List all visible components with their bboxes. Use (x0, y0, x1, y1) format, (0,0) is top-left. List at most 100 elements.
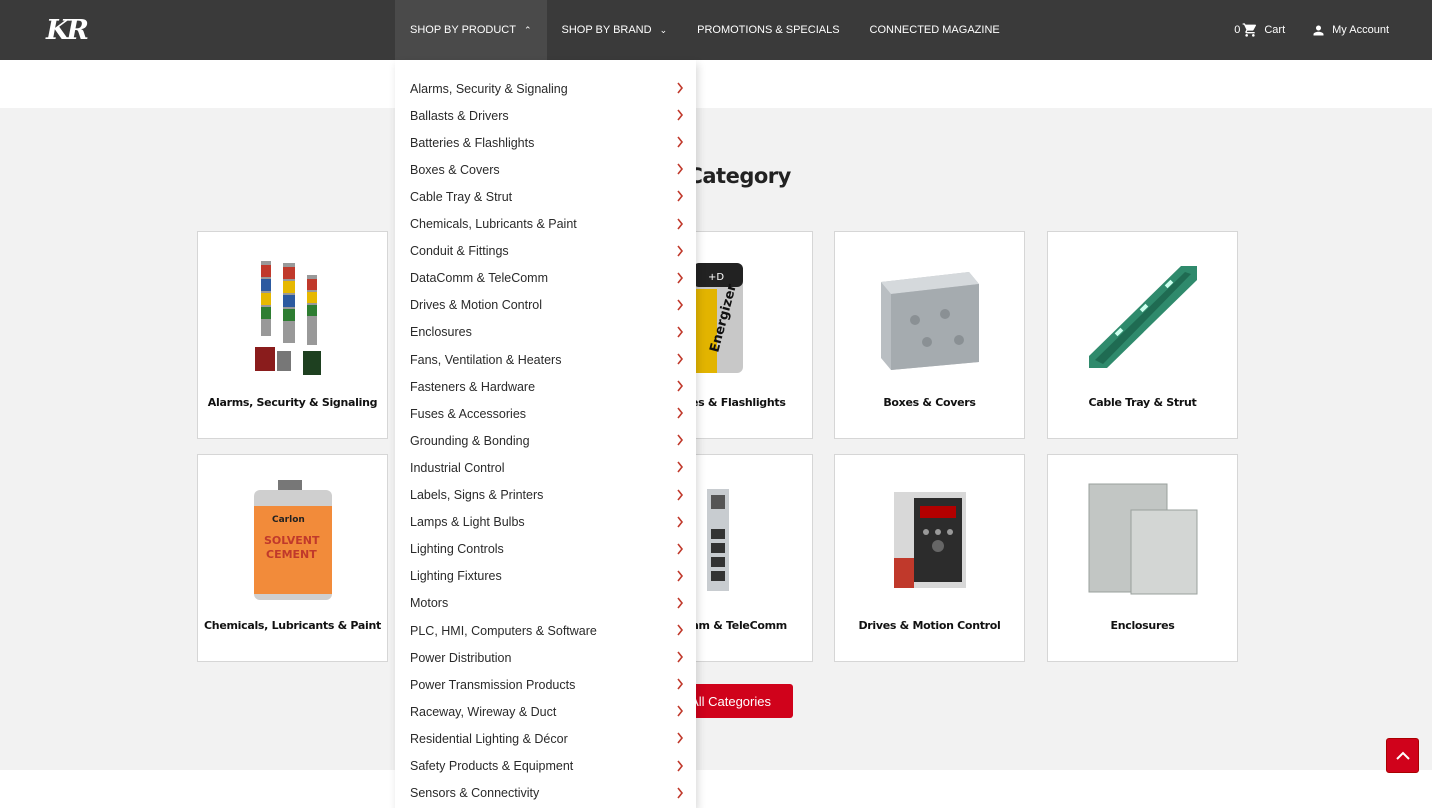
svg-text:CEMENT: CEMENT (266, 548, 317, 561)
dropdown-item[interactable]: Conduit & Fittings (395, 238, 696, 265)
back-to-top-button[interactable] (1386, 738, 1419, 773)
dropdown-item-label: Drives & Motion Control (410, 298, 542, 313)
dropdown-item-label: Fans, Ventilation & Heaters (410, 352, 562, 367)
dropdown-item[interactable]: DataComm & TeleComm (395, 265, 696, 292)
dropdown-item[interactable]: Raceway, Wireway & Duct (395, 698, 696, 725)
chevron-up-icon: ⌃ (523, 24, 532, 35)
dropdown-item[interactable]: Industrial Control (395, 454, 696, 481)
dropdown-item-label: Labels, Signs & Printers (410, 488, 544, 502)
dropdown-item[interactable]: Sensors & Connectivity (395, 780, 696, 807)
dropdown-item-label: Residential Lighting & Décor (410, 731, 568, 746)
signal-tower-image (198, 252, 387, 382)
account-link[interactable]: My Account (1309, 23, 1389, 38)
shop-by-product-dropdown: Alarms, Security & Signaling Ballasts & D… (395, 60, 696, 808)
dropdown-item[interactable]: Lighting Fixtures (395, 563, 696, 590)
enclosure-image (1048, 475, 1237, 605)
chevron-right-icon (677, 218, 684, 229)
user-icon (1313, 25, 1324, 35)
nav-label: PROMOTIONS & SPECIALS (697, 24, 840, 36)
dropdown-item[interactable]: PLC, HMI, Computers & Software (395, 617, 696, 644)
svg-text:Carlon: Carlon (272, 515, 305, 525)
chevron-right-icon (677, 163, 684, 175)
dropdown-item-label: Motors (410, 596, 449, 611)
dropdown-item-label: Power Distribution (410, 650, 512, 665)
card-label: Boxes & Covers (883, 396, 976, 409)
dropdown-item-label: Lighting Controls (410, 542, 504, 557)
nav-connected-magazine[interactable]: CONNECTED MAGAZINE (855, 0, 1015, 60)
nav-label: CONNECTED MAGAZINE (869, 24, 1000, 36)
dropdown-item[interactable]: Cable Tray & Strut (395, 183, 696, 210)
chevron-right-icon (677, 678, 684, 690)
dropdown-item[interactable]: Ballasts & Drivers (395, 102, 696, 129)
dropdown-item-label: Cable Tray & Strut (410, 189, 513, 204)
nav-label: SHOP BY PRODUCT (410, 24, 516, 36)
chevron-right-icon (677, 136, 684, 148)
dropdown-item[interactable]: Alarms, Security & Signaling (395, 75, 696, 102)
main-nav: SHOP BY PRODUCT ⌃ SHOP BY BRAND ⌄ PROMOT… (395, 0, 1015, 60)
category-card-cable-tray[interactable]: Cable Tray & Strut (1047, 231, 1238, 439)
dropdown-item[interactable]: Labels, Signs & Printers (395, 482, 696, 509)
card-label: Enclosures (1110, 619, 1175, 632)
svg-text:+D: +D (708, 272, 724, 283)
chevron-right-icon (677, 380, 684, 392)
dropdown-item-label: PLC, HMI, Computers & Software (410, 623, 597, 638)
chevron-right-icon (677, 353, 684, 365)
chevron-right-icon (677, 705, 684, 717)
cart-icon (1243, 23, 1257, 37)
dropdown-item-label: Enclosures (410, 325, 472, 340)
dropdown-item-label: Conduit & Fittings (410, 244, 509, 259)
category-card-boxes[interactable]: Boxes & Covers (834, 231, 1025, 439)
dropdown-item[interactable]: Enclosures (395, 319, 696, 346)
dropdown-item-label: Ballasts & Drivers (410, 108, 509, 123)
dropdown-item[interactable]: Motors (395, 590, 696, 617)
chevron-right-icon (677, 651, 684, 663)
dropdown-item[interactable]: Fasteners & Hardware (395, 373, 696, 400)
chevron-right-icon (677, 570, 684, 582)
nav-shop-by-brand[interactable]: SHOP BY BRAND ⌄ (547, 0, 683, 60)
dropdown-item-label: Fuses & Accessories (410, 406, 527, 421)
dropdown-item-label: Lamps & Light Bulbs (410, 515, 525, 530)
strut-channel-image (1048, 252, 1237, 382)
category-card-chemicals[interactable]: Carlon SOLVENT CEMENT Chemicals, Lubrica… (197, 454, 388, 662)
dropdown-item-label: Power Transmission Products (410, 677, 576, 692)
footer-band (0, 770, 1432, 808)
dropdown-item[interactable]: Power Transmission Products (395, 671, 696, 698)
dropdown-item[interactable]: Lamps & Light Bulbs (395, 509, 696, 536)
dropdown-item[interactable]: Safety Products & Equipment (395, 753, 696, 780)
category-card-enclosures[interactable]: Enclosures (1047, 454, 1238, 662)
dropdown-item[interactable]: Batteries & Flashlights (395, 129, 696, 156)
dropdown-item[interactable]: Power Distribution (395, 644, 696, 671)
dropdown-item[interactable]: Chemicals, Lubricants & Paint (395, 211, 696, 238)
dropdown-item-label: Chemicals, Lubricants & Paint (410, 217, 577, 231)
nav-label: SHOP BY BRAND (561, 24, 652, 36)
dropdown-item[interactable]: Fuses & Accessories (395, 400, 696, 427)
category-card-alarms[interactable]: Alarms, Security & Signaling (197, 231, 388, 439)
chevron-right-icon (677, 461, 684, 473)
chevron-right-icon (677, 543, 684, 555)
dropdown-item[interactable]: Boxes & Covers (395, 156, 696, 183)
dropdown-item[interactable]: Drives & Motion Control (395, 292, 696, 319)
chevron-right-icon (677, 760, 684, 771)
card-label: Cable Tray & Strut (1088, 396, 1197, 409)
dropdown-item-label: Fasteners & Hardware (410, 379, 536, 394)
dropdown-item[interactable]: Fans, Ventilation & Heaters (395, 346, 696, 373)
nav-promotions[interactable]: PROMOTIONS & SPECIALS (682, 0, 854, 60)
cart-link[interactable]: 0 Cart (1234, 22, 1285, 38)
dropdown-item[interactable]: Grounding & Bonding (395, 427, 696, 454)
chevron-down-icon: ⌄ (659, 24, 668, 35)
dropdown-item-label: Grounding & Bonding (410, 433, 530, 448)
category-card-drives[interactable]: Drives & Motion Control (834, 454, 1025, 662)
account-label: My Account (1332, 24, 1389, 36)
chevron-right-icon (677, 489, 684, 500)
metal-box-image (835, 252, 1024, 382)
dropdown-item[interactable]: Lighting Controls (395, 536, 696, 563)
cart-label: Cart (1264, 24, 1286, 36)
dropdown-item[interactable]: Residential Lighting & Décor (395, 725, 696, 752)
solvent-can-image: Carlon SOLVENT CEMENT (198, 475, 387, 605)
chevron-right-icon (677, 299, 684, 311)
chevron-right-icon (677, 326, 684, 338)
nav-shop-by-product[interactable]: SHOP BY PRODUCT ⌃ (395, 0, 547, 60)
chevron-right-icon (677, 732, 684, 744)
kr-logo[interactable]: KR (46, 15, 89, 46)
chevron-up-icon (1395, 751, 1410, 760)
